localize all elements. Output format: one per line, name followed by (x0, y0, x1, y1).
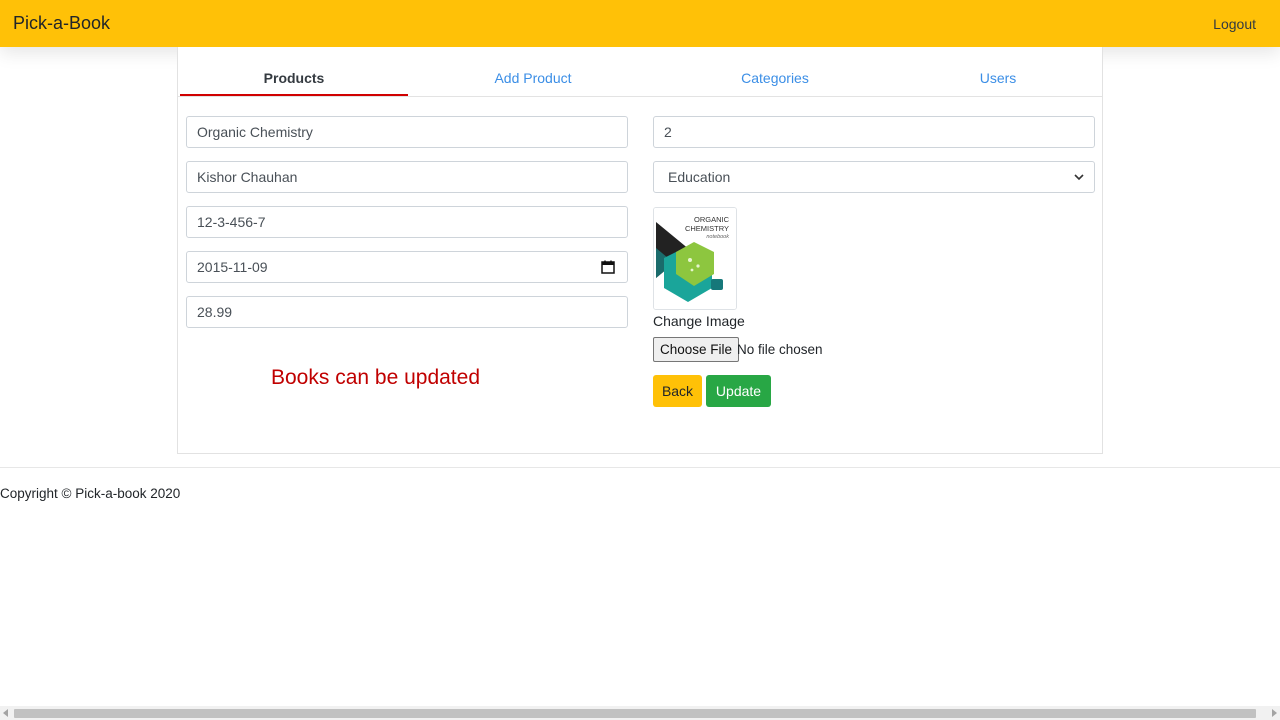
footer-divider (0, 467, 1280, 468)
book-cover-image: ORGANIC CHEMISTRY notebook (653, 207, 737, 310)
isbn-input[interactable]: 12-3-456-7 (186, 206, 628, 238)
cover-title-line2: CHEMISTRY (685, 224, 729, 233)
calendar-icon[interactable] (601, 260, 615, 274)
tab-users[interactable]: Users (894, 47, 1102, 96)
price-input[interactable]: 28.99 (186, 296, 628, 328)
chevron-down-icon (1074, 174, 1084, 181)
tab-categories[interactable]: Categories (664, 47, 886, 96)
book-cover-art: ORGANIC CHEMISTRY notebook (654, 208, 736, 309)
update-button[interactable]: Update (706, 375, 771, 407)
cover-title-line3: notebook (706, 234, 729, 240)
brand-link[interactable]: Pick-a-Book (13, 13, 110, 34)
title-input[interactable]: Organic Chemistry (186, 116, 628, 148)
author-input[interactable]: Kishor Chauhan (186, 161, 628, 193)
category-selected: Education (668, 169, 731, 185)
scrollbar-thumb[interactable] (14, 709, 1256, 718)
top-navbar: Pick-a-Book Logout (0, 0, 1280, 47)
quantity-input[interactable]: 2 (653, 116, 1095, 148)
change-image-label: Change Image (653, 313, 745, 329)
scroll-right-icon[interactable] (1272, 709, 1277, 717)
admin-card: Products Add Product Categories Users Or… (177, 47, 1103, 454)
admin-tabs: Products Add Product Categories Users (178, 47, 1102, 97)
annotation-note: Books can be updated (271, 366, 480, 389)
logout-link[interactable]: Logout (1213, 16, 1256, 32)
horizontal-scrollbar[interactable] (0, 706, 1280, 720)
date-input[interactable]: 2015-11-09 (186, 251, 628, 283)
date-value: 2015-11-09 (197, 259, 268, 275)
scroll-left-icon[interactable] (3, 709, 8, 717)
cover-title-line1: ORGANIC (694, 215, 730, 224)
back-button[interactable]: Back (653, 375, 702, 407)
tab-products[interactable]: Products (180, 47, 408, 96)
category-select[interactable]: Education (653, 161, 1095, 193)
file-status-text: No file chosen (737, 342, 823, 357)
tab-add-product[interactable]: Add Product (418, 47, 648, 96)
choose-file-button[interactable]: Choose File (653, 337, 740, 362)
footer-copyright: Copyright © Pick-a-book 2020 (0, 486, 181, 501)
